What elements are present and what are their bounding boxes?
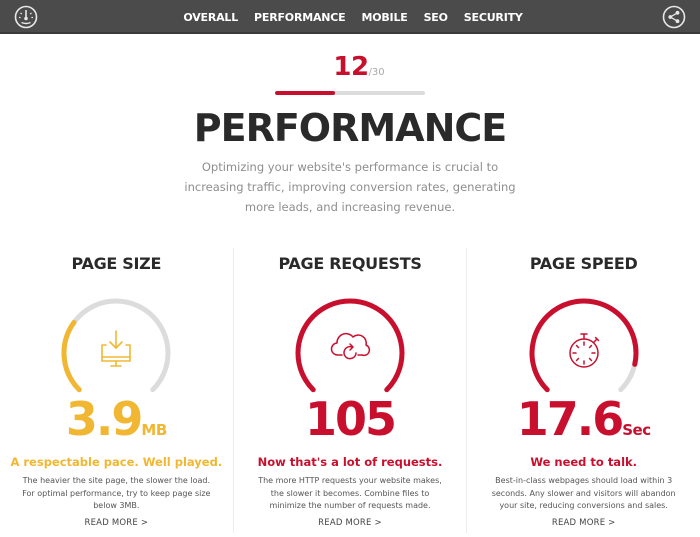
metric-card-page-requests: PAGE REQUESTS 105 Now that's a lot of re… (232, 248, 467, 533)
score-value: 12 (333, 52, 369, 82)
metric-title: PAGE SPEED (529, 254, 638, 273)
score-progress-fill (275, 91, 335, 95)
metric-title: PAGE REQUESTS (278, 254, 422, 273)
overall-score: 12/30 (0, 52, 700, 82)
metric-value: 105 (304, 392, 397, 446)
metric-verdict: We need to talk. (530, 455, 638, 469)
metric-value-block: 17.6Sec (467, 396, 700, 442)
metric-value: 17.6 (516, 392, 624, 446)
nav-link-performance[interactable]: PERFORMANCE (254, 11, 346, 24)
stopwatch-icon (568, 333, 599, 368)
score-total: /30 (368, 67, 385, 78)
metric-value-block: 105 (234, 396, 467, 442)
read-more-link[interactable]: READ MORE > (0, 518, 233, 528)
share-icon[interactable] (662, 5, 686, 29)
page-title: PERFORMANCE (193, 106, 507, 150)
metric-value-block: 3.9MB (0, 396, 233, 442)
section-nav: OVERALL PERFORMANCE MOBILE SEO SECURITY (0, 0, 700, 34)
metric-value: 3.9 (65, 392, 143, 446)
metric-title: PAGE SIZE (71, 254, 162, 273)
top-navbar: OVERALL PERFORMANCE MOBILE SEO SECURITY (0, 0, 700, 34)
gauge-fill (61, 319, 83, 393)
metric-verdict: Now that's a lot of requests. (257, 455, 443, 469)
gauge-fill (295, 298, 405, 393)
metric-verdict: A respectable pace. Well played. (10, 455, 223, 469)
metric-card-page-speed: PAGE SPEED 17.6Sec We need to talk. Best… (466, 248, 700, 533)
score-progress-bar (275, 91, 425, 95)
metric-unit: Sec (622, 421, 651, 439)
metric-detail: The more HTTP requests your website make… (258, 476, 442, 510)
nav-link-mobile[interactable]: MOBILE (361, 11, 407, 24)
metric-card-page-size: PAGE SIZE 3.9MB A respectable pace. Well… (0, 248, 233, 533)
read-more-link[interactable]: READ MORE > (467, 518, 700, 528)
nav-link-security[interactable]: SECURITY (464, 11, 523, 24)
cloud-refresh-icon (330, 332, 371, 360)
monitor-download-icon (101, 330, 132, 367)
metric-unit: MB (141, 421, 167, 439)
nav-link-seo[interactable]: SEO (424, 11, 448, 24)
nav-link-overall[interactable]: OVERALL (183, 11, 238, 24)
metrics-section: PAGE SIZE 3.9MB A respectable pace. Well… (0, 248, 700, 533)
metric-detail: The heavier the site page, the slower th… (22, 476, 211, 510)
read-more-link[interactable]: READ MORE > (234, 518, 467, 528)
page-description: Optimizing your website's performance is… (184, 160, 516, 214)
metric-detail: Best-in-class webpages should load withi… (491, 476, 676, 510)
